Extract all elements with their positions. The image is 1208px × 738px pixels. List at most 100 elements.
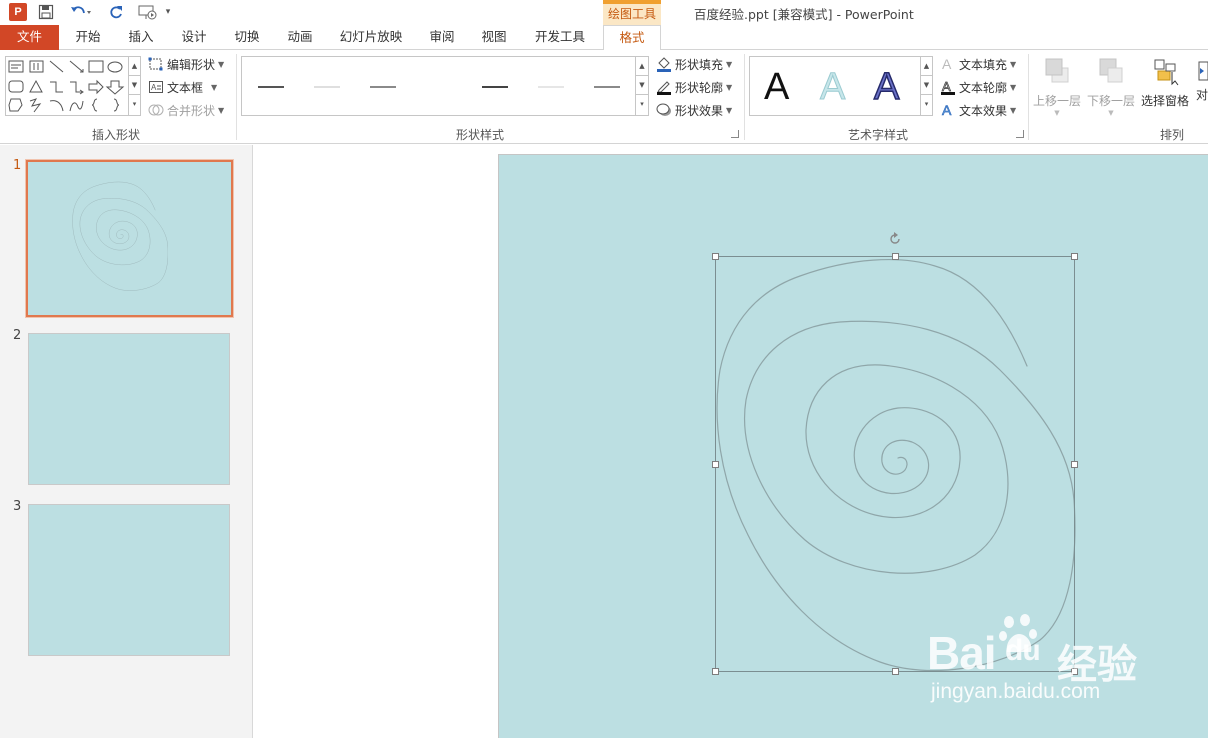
shape-fill-button[interactable]: 形状填充 ▼ — [656, 54, 732, 74]
dialog-launcher-icon[interactable] — [731, 130, 739, 138]
powerpoint-logo-icon[interactable]: P — [8, 2, 28, 22]
scroll-up-icon[interactable]: ▲ — [636, 57, 648, 76]
tab-transitions[interactable]: 切换 — [223, 25, 271, 50]
resize-handle-right[interactable] — [1071, 461, 1078, 468]
wordart-styles-gallery[interactable]: A A A ▲ ▼ ▾ — [749, 56, 933, 116]
edit-shape-icon — [148, 56, 164, 72]
shape-style-1[interactable] — [258, 86, 284, 88]
slide-number: 2 — [13, 328, 22, 343]
shape-outline-button[interactable]: 形状轮廓 ▼ — [656, 77, 732, 97]
text-effects-label: 文本效果 — [959, 103, 1008, 118]
wordart-styles-scroll[interactable]: ▲ ▼ ▾ — [920, 57, 932, 115]
group-divider — [236, 54, 237, 140]
shapes-gallery-scroll[interactable]: ▲ ▼ ▾ — [128, 57, 140, 115]
spiral-drawing-thumbnail — [72, 181, 168, 291]
selection-pane-label: 选择窗格 — [1140, 94, 1189, 108]
tab-slideshow[interactable]: 幻灯片放映 — [331, 25, 411, 50]
chevron-down-icon: ▼ — [218, 59, 225, 69]
merge-shapes-icon — [148, 102, 164, 118]
shape-style-6[interactable] — [594, 86, 620, 88]
resize-handle-bottom-left[interactable] — [712, 668, 719, 675]
shape-style-2[interactable] — [314, 86, 340, 88]
selection-pane-button[interactable]: 选择窗格 — [1138, 56, 1192, 109]
edit-shape-button[interactable]: 编辑形状 ▼ — [148, 54, 224, 74]
resize-handle-top-left[interactable] — [712, 253, 719, 260]
rotate-handle-icon[interactable] — [888, 232, 902, 246]
scroll-up-icon[interactable]: ▲ — [921, 57, 932, 76]
tab-file[interactable]: 文件 — [0, 25, 59, 50]
redo-button[interactable] — [106, 2, 126, 22]
tab-animations[interactable]: 动画 — [276, 25, 324, 50]
bring-forward-button[interactable]: 上移一层 ▼ — [1030, 56, 1084, 117]
slide-thumbnail-3[interactable] — [28, 504, 230, 656]
tab-review[interactable]: 审阅 — [418, 25, 466, 50]
resize-handle-top-right[interactable] — [1071, 253, 1078, 260]
shape-style-5[interactable] — [538, 86, 564, 88]
align-button[interactable]: 对 — [1196, 56, 1208, 103]
shapes-gallery[interactable]: ▲ ▼ ▾ — [5, 56, 141, 116]
insert-shapes-group-label: 插入形状 — [91, 128, 140, 142]
redo-icon — [110, 6, 122, 19]
resize-handle-bottom[interactable] — [892, 668, 899, 675]
chevron-down-icon: ▼ — [1010, 59, 1017, 69]
gallery-more-icon[interactable]: ▾ — [636, 95, 648, 114]
slide-thumbnail-2[interactable] — [28, 333, 230, 485]
scroll-up-icon[interactable]: ▲ — [129, 57, 140, 76]
dialog-launcher-icon[interactable] — [1016, 130, 1024, 138]
slide-number: 1 — [13, 158, 22, 173]
ribbon: ▲ ▼ ▾ 编辑形状 ▼ A 文本框 ▼ 合并形状 ▼ 插入形状 ▲ ▼ ▾ 形状填充… — [0, 50, 1208, 144]
drawing-tools-context-label: 绘图工具 — [603, 0, 661, 25]
scroll-down-icon[interactable]: ▼ — [636, 76, 648, 95]
tab-developer[interactable]: 开发工具 — [524, 25, 596, 50]
tab-format[interactable]: 格式 — [603, 25, 661, 51]
tab-insert[interactable]: 插入 — [117, 25, 165, 50]
undo-button[interactable] — [66, 2, 96, 22]
text-effects-button[interactable]: A 文本效果 ▼ — [940, 100, 1016, 120]
watermark-brand: Bai — [927, 627, 997, 679]
watermark-brand-suffix: du — [1005, 634, 1041, 667]
text-outline-button[interactable]: A 文本轮廓 ▼ — [940, 77, 1016, 97]
text-effects-icon: A — [940, 102, 956, 119]
baidu-jingyan-watermark: Bai du 经验 jingyan.baidu.com — [927, 610, 1147, 716]
shape-effects-button[interactable]: 形状效果 ▼ — [656, 100, 732, 120]
pen-icon — [656, 79, 672, 95]
slide-number: 3 — [13, 499, 22, 514]
shape-styles-gallery[interactable]: ▲ ▼ ▾ — [241, 56, 649, 116]
resize-handle-left[interactable] — [712, 461, 719, 468]
text-fill-button[interactable]: A 文本填充 ▼ — [940, 54, 1016, 74]
text-fill-icon: A — [940, 56, 956, 72]
shape-outline-label: 形状轮廓 — [675, 80, 724, 95]
window-title: 百度经验.ppt [兼容模式] - PowerPoint — [694, 7, 914, 22]
gallery-more-icon[interactable]: ▾ — [921, 95, 932, 114]
chevron-down-icon: ▼ — [1054, 109, 1060, 117]
chevron-down-icon: ▼ — [1010, 105, 1017, 115]
merge-shapes-label: 合并形状 — [167, 103, 216, 118]
align-label: 对 — [1196, 88, 1208, 102]
wordart-style-light[interactable]: A — [819, 65, 845, 109]
save-icon — [38, 4, 54, 20]
resize-handle-top[interactable] — [892, 253, 899, 260]
text-box-button[interactable]: A 文本框 ▼ — [148, 77, 217, 97]
tab-home[interactable]: 开始 — [64, 25, 112, 50]
chevron-down-icon: ▼ — [726, 82, 733, 92]
wordart-style-blue[interactable]: A — [873, 65, 900, 109]
undo-icon — [71, 6, 91, 14]
group-divider — [744, 54, 745, 140]
shape-styles-scroll[interactable]: ▲ ▼ ▾ — [635, 57, 648, 115]
scroll-down-icon[interactable]: ▼ — [129, 76, 140, 95]
merge-shapes-button[interactable]: 合并形状 ▼ — [148, 100, 224, 120]
shape-style-4[interactable] — [482, 86, 508, 88]
scroll-down-icon[interactable]: ▼ — [921, 76, 932, 95]
send-backward-button[interactable]: 下移一层 ▼ — [1084, 56, 1138, 117]
group-divider — [1028, 54, 1029, 140]
tab-design[interactable]: 设计 — [170, 25, 218, 50]
save-button[interactable] — [36, 2, 56, 22]
slide-thumbnail-1[interactable] — [25, 159, 234, 318]
shape-style-3[interactable] — [370, 86, 396, 88]
tab-view[interactable]: 视图 — [470, 25, 518, 50]
wordart-style-black[interactable]: A — [764, 65, 789, 109]
customize-toolbar-icon[interactable]: ▾ — [162, 2, 174, 22]
gallery-more-icon[interactable]: ▾ — [129, 95, 140, 114]
chevron-down-icon: ▼ — [211, 82, 218, 92]
start-slideshow-button[interactable] — [136, 2, 160, 22]
